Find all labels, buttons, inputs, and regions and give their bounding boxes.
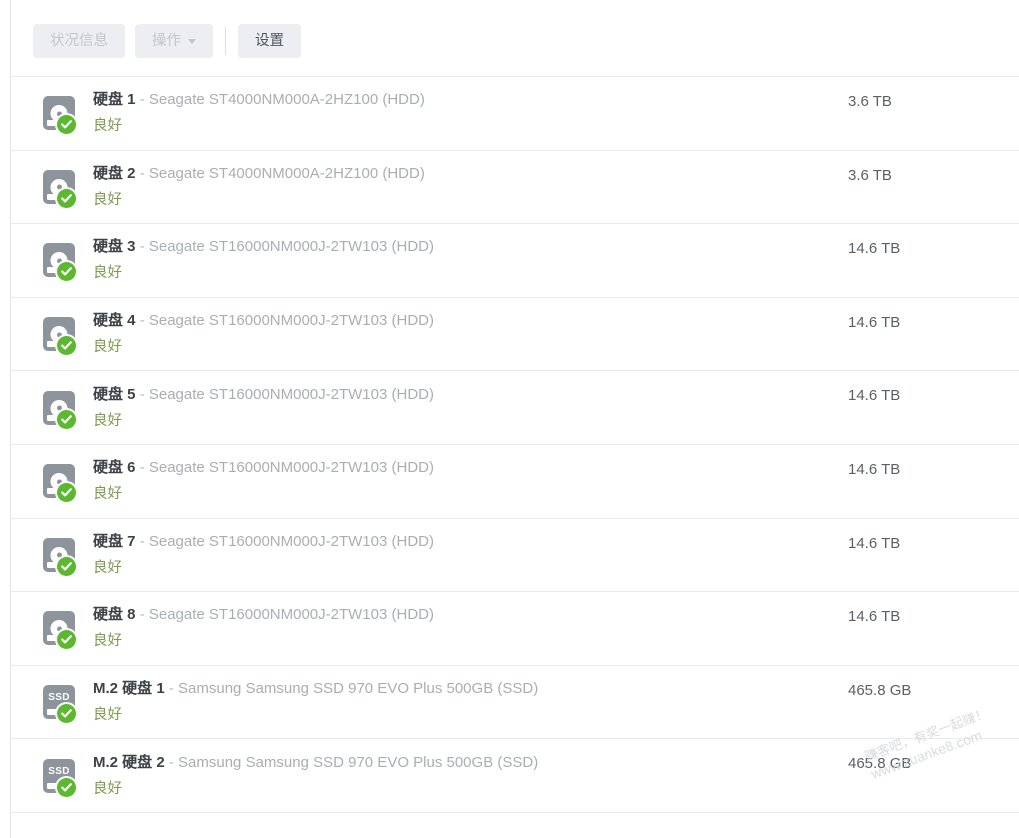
table-row[interactable]: 硬盘 2 - Seagate ST4000NM000A-2HZ100 (HDD)… <box>11 151 1019 225</box>
health-info-label: 状况信息 <box>50 33 108 49</box>
check-circle-icon <box>57 704 76 724</box>
table-row[interactable]: 硬盘 7 - Seagate ST16000NM000J-2TW103 (HDD… <box>11 519 1019 593</box>
check-circle-icon <box>57 262 76 282</box>
check-circle-icon <box>57 409 76 429</box>
disk-title-separator: - <box>139 385 145 403</box>
disk-model: Samsung Samsung SSD 970 EVO Plus 500GB (… <box>178 680 539 698</box>
disk-label: 硬盘 8 <box>93 606 136 624</box>
hdd-icon <box>35 385 81 431</box>
disk-model: Seagate ST16000NM000J-2TW103 (HDD) <box>148 459 434 477</box>
check-circle-icon <box>57 188 76 208</box>
disk-title-separator: - <box>168 680 174 698</box>
disk-title-separator: - <box>139 164 145 182</box>
chevron-down-icon <box>188 38 196 44</box>
disk-label: M.2 硬盘 2 <box>93 753 165 771</box>
table-row[interactable]: 硬盘 4 - Seagate ST16000NM000J-2TW103 (HDD… <box>11 298 1019 372</box>
toolbar-divider <box>225 27 226 55</box>
status-badge: 良好 <box>93 559 122 576</box>
disk-capacity: 14.6 TB <box>848 313 901 331</box>
disk-title-separator: - <box>139 238 145 256</box>
disk-model: Seagate ST4000NM000A-2HZ100 (HDD) <box>148 164 425 182</box>
disk-label: 硬盘 5 <box>93 385 136 403</box>
status-badge: 良好 <box>93 780 122 797</box>
disk-capacity: 3.6 TB <box>848 93 892 110</box>
table-row[interactable]: 硬盘 8 - Seagate ST16000NM000J-2TW103 (HDD… <box>11 592 1019 666</box>
check-circle-icon <box>57 336 76 356</box>
status-badge: 良好 <box>93 339 122 356</box>
disk-model: Seagate ST16000NM000J-2TW103 (HDD) <box>148 385 434 403</box>
status-badge: 良好 <box>93 191 122 208</box>
table-row[interactable]: SSD M.2 硬盘 1 - Samsung Samsung SSD 970 EV… <box>11 666 1019 740</box>
disk-capacity: 14.6 TB <box>848 240 901 258</box>
disk-capacity: 465.8 GB <box>848 681 912 699</box>
disk-label: 硬盘 6 <box>93 459 136 477</box>
check-circle-icon <box>57 483 76 503</box>
hdd-icon <box>35 164 81 210</box>
table-row[interactable]: 硬盘 6 - Seagate ST16000NM000J-2TW103 (HDD… <box>11 445 1019 519</box>
disk-title-separator: - <box>139 91 145 109</box>
health-info-button[interactable]: 状况信息 <box>33 24 125 58</box>
check-circle-icon <box>57 115 76 135</box>
hdd-icon <box>35 90 81 136</box>
disk-capacity: 14.6 TB <box>848 460 901 478</box>
table-row[interactable]: SSD M.2 硬盘 2 - Samsung Samsung SSD 970 EV… <box>11 739 1019 813</box>
table-row[interactable]: 硬盘 3 - Seagate ST16000NM000J-2TW103 (HDD… <box>11 224 1019 298</box>
disk-capacity: 3.6 TB <box>848 166 892 184</box>
hdd-icon <box>35 311 81 357</box>
disk-model: Seagate ST16000NM000J-2TW103 (HDD) <box>148 606 434 624</box>
ssd-icon: SSD <box>35 679 81 725</box>
hdd-icon <box>35 237 81 283</box>
disk-title-separator: - <box>139 606 145 624</box>
disk-capacity: 14.6 TB <box>848 534 901 552</box>
status-badge: 良好 <box>93 118 122 135</box>
disk-capacity: 465.8 GB <box>848 755 912 773</box>
disk-title-separator: - <box>139 459 145 477</box>
toolbar: 状况信息 操作 设置 <box>11 0 1019 76</box>
disk-capacity: 14.6 TB <box>848 608 901 626</box>
disk-model: Seagate ST4000NM000A-2HZ100 (HDD) <box>148 91 425 109</box>
settings-label: 设置 <box>255 33 284 49</box>
disk-capacity: 14.6 TB <box>848 387 901 405</box>
disk-model: Seagate ST16000NM000J-2TW103 (HDD) <box>148 312 434 330</box>
action-label: 操作 <box>152 33 181 49</box>
disk-model: Seagate ST16000NM000J-2TW103 (HDD) <box>148 238 434 256</box>
check-circle-icon <box>57 777 76 797</box>
check-circle-icon <box>57 556 76 576</box>
action-dropdown-button[interactable]: 操作 <box>135 24 213 58</box>
settings-button[interactable]: 设置 <box>238 24 301 58</box>
disk-model: Samsung Samsung SSD 970 EVO Plus 500GB (… <box>178 753 539 771</box>
ssd-icon-text: SSD <box>48 692 70 704</box>
disk-title-separator: - <box>168 753 174 771</box>
disk-label: 硬盘 7 <box>93 532 136 550</box>
status-badge: 良好 <box>93 412 122 429</box>
hdd-icon <box>35 458 81 504</box>
disk-label: M.2 硬盘 1 <box>93 680 165 698</box>
disk-label: 硬盘 1 <box>93 91 136 109</box>
check-circle-icon <box>57 630 76 650</box>
storage-manager-panel: 状况信息 操作 设置 硬盘 1 - Seagate ST4000NM000A-2… <box>11 0 1019 838</box>
disk-list: 硬盘 1 - Seagate ST4000NM000A-2HZ100 (HDD)… <box>11 76 1019 813</box>
ssd-icon: SSD <box>35 753 81 799</box>
status-badge: 良好 <box>93 486 122 503</box>
disk-label: 硬盘 3 <box>93 238 136 256</box>
table-row[interactable]: 硬盘 5 - Seagate ST16000NM000J-2TW103 (HDD… <box>11 371 1019 445</box>
disk-title-separator: - <box>139 312 145 330</box>
status-badge: 良好 <box>93 265 122 282</box>
disk-label: 硬盘 2 <box>93 164 136 182</box>
hdd-icon <box>35 605 81 651</box>
hdd-icon <box>35 532 81 578</box>
ssd-icon-text: SSD <box>48 765 70 777</box>
disk-model: Seagate ST16000NM000J-2TW103 (HDD) <box>148 532 434 550</box>
disk-label: 硬盘 4 <box>93 312 136 330</box>
table-row[interactable]: 硬盘 1 - Seagate ST4000NM000A-2HZ100 (HDD)… <box>11 77 1019 151</box>
status-badge: 良好 <box>93 633 122 650</box>
disk-title-separator: - <box>139 532 145 550</box>
status-badge: 良好 <box>93 707 122 724</box>
